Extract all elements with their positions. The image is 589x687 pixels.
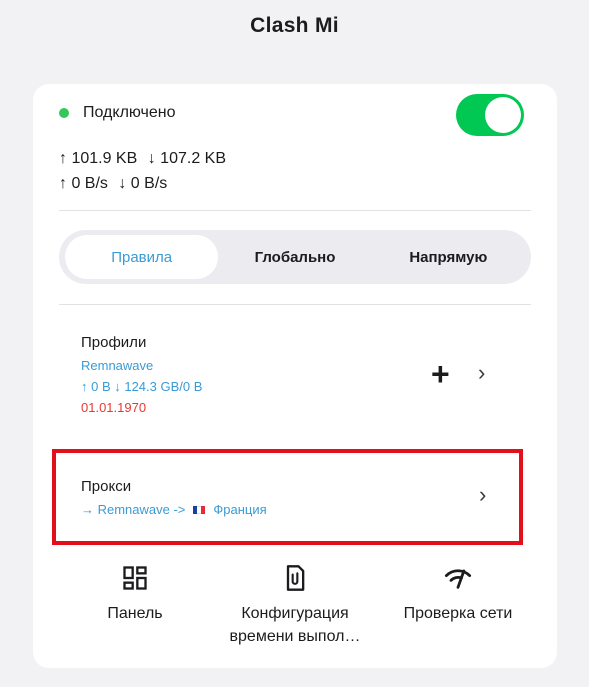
profile-expiry-date: 01.01.1970 bbox=[81, 400, 147, 415]
network-check-button[interactable]: Проверка сети bbox=[385, 564, 531, 625]
dashboard-button[interactable]: Панель bbox=[85, 564, 185, 625]
divider bbox=[59, 304, 531, 305]
runtime-config-label-line1: Конфигурация bbox=[241, 605, 349, 622]
runtime-config-button[interactable]: Конфигурация времени выпол… bbox=[221, 564, 369, 648]
network-check-label: Проверка сети bbox=[403, 605, 513, 622]
status-label: Подключено bbox=[83, 104, 176, 121]
main-card: Подключено ↑ 101.9 KB ↓ 107.2 KB ↑ 0 B/s… bbox=[33, 84, 557, 668]
plus-icon[interactable]: + bbox=[431, 358, 450, 390]
proxy-row[interactable]: Прокси → Remnawave -> Франция › bbox=[52, 449, 523, 545]
proxy-title: Прокси bbox=[81, 478, 132, 495]
download-total: ↓ 107.2 KB bbox=[147, 150, 227, 167]
download-speed: ↓ 0 B/s bbox=[118, 175, 168, 192]
runtime-config-label-line2: времени выпол… bbox=[229, 628, 361, 645]
profile-name: Remnawave bbox=[81, 358, 154, 373]
network-check-icon bbox=[444, 569, 472, 589]
chevron-right-icon[interactable]: › bbox=[479, 482, 486, 508]
chevron-right-icon[interactable]: › bbox=[478, 360, 485, 386]
toggle-knob bbox=[485, 97, 521, 133]
profile-section[interactable]: Профили Remnawave ↑ 0 B ↓ 124.3 GB/0 B 0… bbox=[81, 334, 202, 415]
proxy-country: Франция bbox=[213, 502, 267, 517]
mode-direct[interactable]: Напрямую bbox=[372, 235, 525, 279]
proxy-route-prefix: → Remnawave -> bbox=[81, 502, 186, 517]
mode-rules[interactable]: Правила bbox=[65, 235, 219, 279]
france-flag-icon bbox=[193, 505, 206, 514]
mode-selector: Правила Глобально Напрямую bbox=[59, 230, 531, 284]
proxy-route: → Remnawave -> Франция bbox=[81, 502, 267, 517]
upload-speed: ↑ 0 B/s bbox=[59, 175, 108, 192]
traffic-speeds: ↑ 0 B/s ↓ 0 B/s bbox=[59, 175, 173, 193]
traffic-totals: ↑ 101.9 KB ↓ 107.2 KB bbox=[59, 150, 232, 168]
dashboard-icon bbox=[123, 566, 147, 590]
divider bbox=[59, 210, 531, 211]
connection-status: Подключено bbox=[59, 104, 176, 122]
profile-usage: ↑ 0 B ↓ 124.3 GB/0 B bbox=[81, 379, 203, 394]
dashboard-label: Панель bbox=[107, 605, 163, 622]
mode-global[interactable]: Глобально bbox=[218, 235, 371, 279]
upload-total: ↑ 101.9 KB bbox=[59, 150, 138, 167]
connection-toggle[interactable] bbox=[456, 94, 524, 136]
status-dot-icon bbox=[59, 108, 69, 118]
profile-title: Профили bbox=[81, 334, 147, 351]
app-title: Clash Mi bbox=[250, 14, 339, 37]
file-attachment-icon bbox=[286, 565, 305, 591]
